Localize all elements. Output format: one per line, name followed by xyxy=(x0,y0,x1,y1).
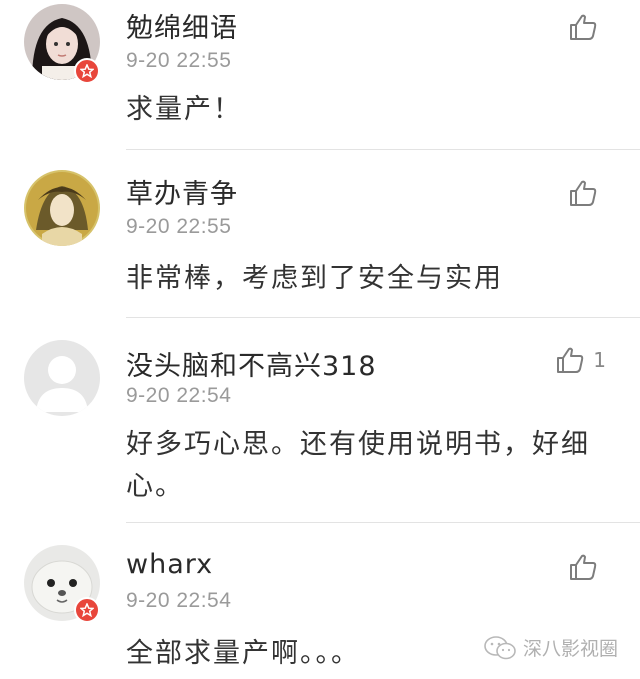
watermark-label: 深八影视圈 xyxy=(522,638,618,660)
thumbs-up-icon xyxy=(570,554,597,580)
thumbs-up-icon xyxy=(570,180,597,206)
comment-time: 9-20 22:54 xyxy=(126,384,232,407)
like-button[interactable] xyxy=(568,178,606,208)
avatar[interactable] xyxy=(24,170,100,246)
like-button[interactable] xyxy=(568,12,606,42)
verified-badge xyxy=(74,597,100,623)
comment-time: 9-20 22:54 xyxy=(126,589,232,612)
comment-item: 勉绵细语 9-20 22:55 求量产！ xyxy=(0,0,640,150)
watermark: 深八影视圈 xyxy=(483,634,618,661)
like-button[interactable]: 1 xyxy=(555,345,606,375)
comment-time: 9-20 22:55 xyxy=(126,49,232,72)
commenter-name[interactable]: 没头脑和不高兴318 xyxy=(126,344,377,383)
thumbs-up-icon xyxy=(557,347,584,373)
like-button[interactable] xyxy=(568,552,606,582)
comment-item: 没头脑和不高兴318 9-20 22:54 好多巧心思。还有使用说明书，好细心。… xyxy=(0,318,640,523)
thumbs-up-icon xyxy=(570,14,597,40)
commenter-name[interactable]: 草办青争 xyxy=(126,172,238,211)
like-count: 1 xyxy=(593,348,606,372)
comment-text: 非常棒，考虑到了安全与实用 xyxy=(126,263,503,294)
comment-text: 好多巧心思。还有使用说明书，好细心。 xyxy=(126,429,590,502)
commenter-name[interactable]: wharx xyxy=(126,549,213,580)
comment-item: 草办青争 9-20 22:55 非常棒，考虑到了安全与实用 xyxy=(0,150,640,318)
wechat-icon xyxy=(484,635,516,659)
comment-time: 9-20 22:55 xyxy=(126,215,232,238)
verified-badge xyxy=(74,58,100,84)
comment-text: 求量产！ xyxy=(126,94,242,125)
avatar[interactable] xyxy=(24,340,100,416)
commenter-name[interactable]: 勉绵细语 xyxy=(126,6,238,45)
